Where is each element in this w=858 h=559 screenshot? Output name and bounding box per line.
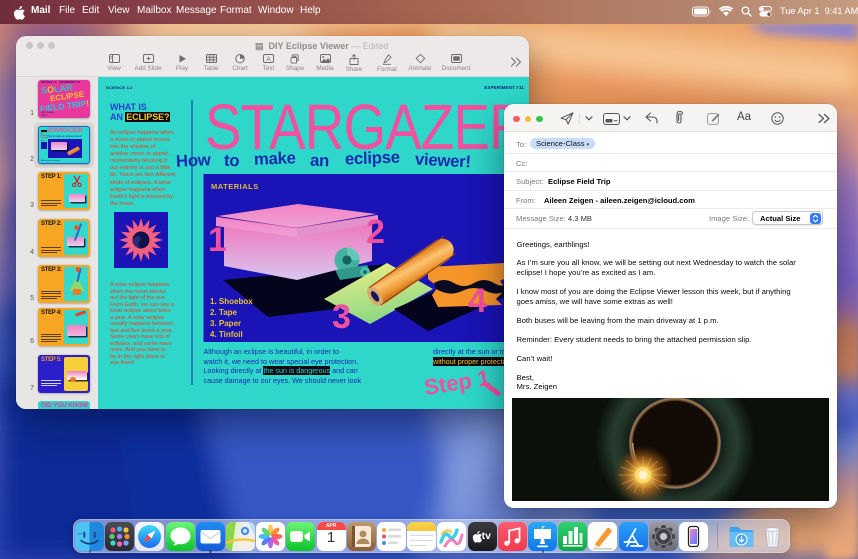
svg-text:A: A <box>266 56 271 63</box>
